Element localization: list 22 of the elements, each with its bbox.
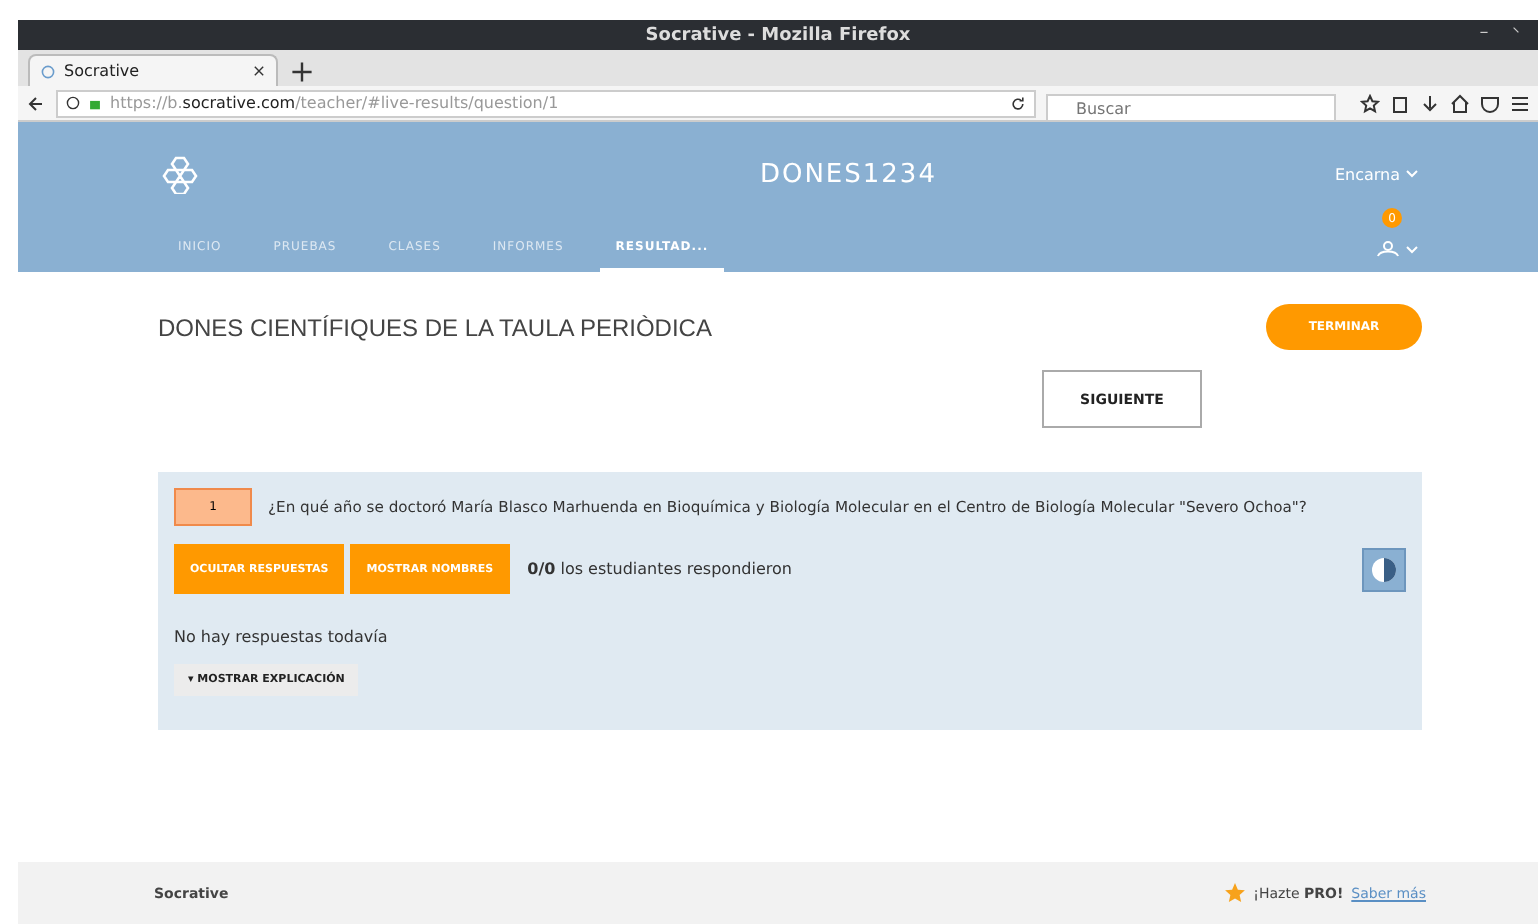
new-tab-icon[interactable] [290,58,314,86]
room-name: DONES1234 [759,159,937,189]
window-title: Socrative - Mozilla Firefox [645,25,911,45]
address-bar[interactable]: https://b.socrative.com/teacher/#live-results/question/1 [56,89,1036,117]
search-field[interactable]: Buscar [1046,94,1336,123]
shield-icon[interactable] [1480,93,1500,113]
contrast-toggle-icon[interactable] [1362,547,1406,591]
back-icon[interactable] [26,93,46,113]
star-icon[interactable] [1360,93,1380,113]
close-icon[interactable] [252,64,266,78]
response-count: 0/0 los estudiantes respondieron [527,560,794,578]
tab-label: Socrative [64,62,142,80]
star-icon [1223,882,1246,904]
hexagon-logo-icon [162,154,202,194]
home-icon[interactable] [1450,93,1470,113]
quiz-title: DONES CIENTÍFIQUES DE LA TAULA PERIÒDICA [158,313,712,341]
no-responses-text: No hay respuestas todavía [174,628,390,646]
user-menu[interactable]: Encarna [1334,165,1400,183]
download-icon[interactable] [1420,93,1440,113]
browser-tab[interactable]: Socrative [28,54,278,86]
reload-icon[interactable] [1010,95,1026,111]
menu-icon[interactable] [1510,93,1530,113]
